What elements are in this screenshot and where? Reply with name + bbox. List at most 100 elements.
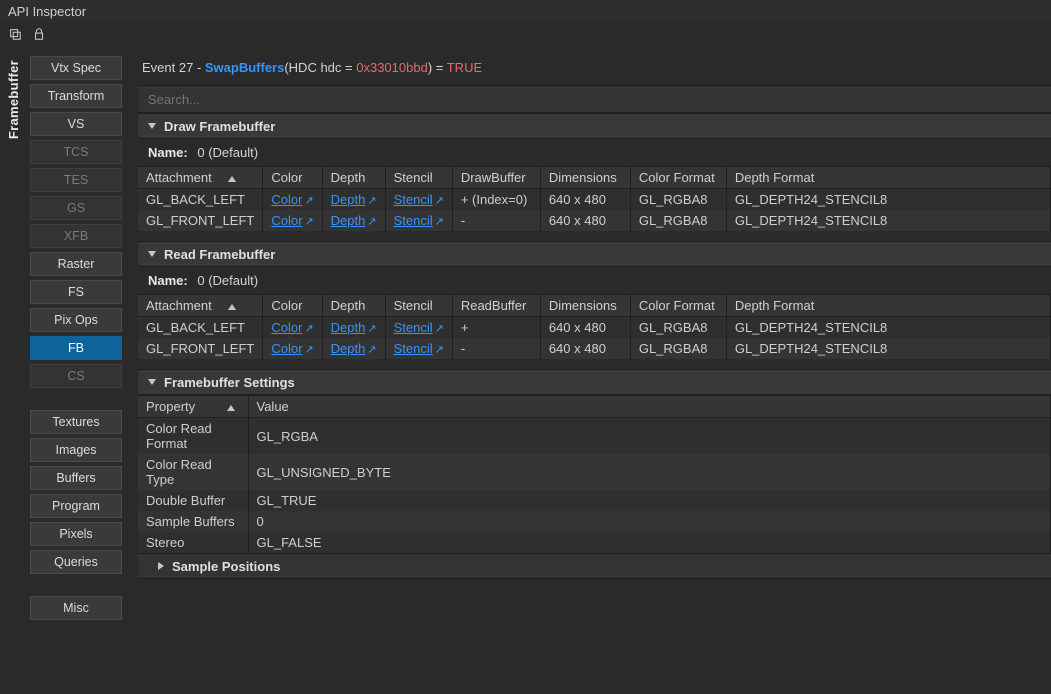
sidebar-item-raster[interactable]: Raster bbox=[30, 252, 122, 276]
sidebar-item-program[interactable]: Program bbox=[30, 494, 122, 518]
depth-link[interactable]: Depth bbox=[331, 192, 366, 207]
external-link-icon[interactable]: ↗ bbox=[304, 195, 313, 207]
cell-depth[interactable]: Depth↗ bbox=[322, 317, 385, 339]
column-header[interactable]: Depth Format bbox=[726, 295, 1050, 317]
color-link[interactable]: Color bbox=[271, 341, 302, 356]
cell-depth-format: GL_DEPTH24_STENCIL8 bbox=[726, 189, 1050, 211]
cell-color[interactable]: Color↗ bbox=[263, 189, 322, 211]
external-link-icon[interactable]: ↗ bbox=[304, 216, 313, 228]
color-link[interactable]: Color bbox=[271, 320, 302, 335]
cell-color[interactable]: Color↗ bbox=[263, 338, 322, 359]
cell-stencil[interactable]: Stencil↗ bbox=[385, 189, 452, 211]
external-link-icon[interactable]: ↗ bbox=[435, 216, 444, 228]
sidebar-item-tcs: TCS bbox=[30, 140, 122, 164]
draw-fb-name: Name: 0 (Default) bbox=[138, 139, 1051, 166]
stencil-link[interactable]: Stencil bbox=[394, 341, 433, 356]
sidebar-item-images[interactable]: Images bbox=[30, 438, 122, 462]
copy-icon[interactable] bbox=[8, 27, 22, 41]
column-header[interactable]: ReadBuffer bbox=[452, 295, 540, 317]
section-fb-settings[interactable]: Framebuffer Settings bbox=[138, 369, 1051, 395]
sidebar-item-fs[interactable]: FS bbox=[30, 280, 122, 304]
column-header[interactable]: Property bbox=[138, 396, 248, 418]
search-bar[interactable] bbox=[138, 85, 1051, 113]
external-link-icon[interactable]: ↗ bbox=[435, 344, 444, 356]
column-header[interactable]: Attachment bbox=[138, 167, 263, 189]
table-row: StereoGL_FALSE bbox=[138, 532, 1051, 553]
stencil-link[interactable]: Stencil bbox=[394, 320, 433, 335]
depth-link[interactable]: Depth bbox=[331, 213, 366, 228]
column-header[interactable]: Depth bbox=[322, 167, 385, 189]
depth-link[interactable]: Depth bbox=[331, 320, 366, 335]
sidebar-item-queries[interactable]: Queries bbox=[30, 550, 122, 574]
table-row[interactable]: GL_BACK_LEFTColor↗Depth↗Stencil↗+ (Index… bbox=[138, 189, 1051, 211]
read-fb-table: AttachmentColorDepthStencilReadBufferDim… bbox=[138, 294, 1051, 359]
cell-stencil[interactable]: Stencil↗ bbox=[385, 210, 452, 231]
vertical-tabstrip: Framebuffer bbox=[0, 46, 26, 694]
label: Name: bbox=[148, 145, 188, 160]
window-title: API Inspector bbox=[8, 4, 86, 19]
section-title: Framebuffer Settings bbox=[164, 375, 295, 390]
column-header[interactable]: Dimensions bbox=[540, 167, 630, 189]
depth-link[interactable]: Depth bbox=[331, 341, 366, 356]
vertical-tab-framebuffer[interactable]: Framebuffer bbox=[6, 60, 21, 139]
cell-dimensions: 640 x 480 bbox=[540, 338, 630, 359]
color-link[interactable]: Color bbox=[271, 213, 302, 228]
external-link-icon[interactable]: ↗ bbox=[367, 216, 376, 228]
column-header[interactable]: Value bbox=[248, 396, 1051, 418]
column-header[interactable]: DrawBuffer bbox=[452, 167, 540, 189]
sidebar-item-misc[interactable]: Misc bbox=[30, 596, 122, 620]
color-link[interactable]: Color bbox=[271, 192, 302, 207]
lock-icon[interactable] bbox=[32, 27, 46, 41]
external-link-icon[interactable]: ↗ bbox=[304, 344, 313, 356]
table-row[interactable]: GL_FRONT_LEFTColor↗Depth↗Stencil↗-640 x … bbox=[138, 338, 1051, 359]
sidebar-item-textures[interactable]: Textures bbox=[30, 410, 122, 434]
external-link-icon[interactable]: ↗ bbox=[367, 323, 376, 335]
column-header[interactable]: Depth bbox=[322, 295, 385, 317]
external-link-icon[interactable]: ↗ bbox=[304, 323, 313, 335]
column-header[interactable]: Color bbox=[263, 295, 322, 317]
event-function[interactable]: SwapBuffers bbox=[205, 60, 284, 75]
external-link-icon[interactable]: ↗ bbox=[367, 344, 376, 356]
column-header[interactable]: Depth Format bbox=[726, 167, 1050, 189]
cell-color-format: GL_RGBA8 bbox=[630, 317, 726, 339]
section-sample-positions[interactable]: Sample Positions bbox=[138, 553, 1051, 579]
column-header[interactable]: Stencil bbox=[385, 167, 452, 189]
cell-dimensions: 640 x 480 bbox=[540, 189, 630, 211]
sidebar-item-buffers[interactable]: Buffers bbox=[30, 466, 122, 490]
sidebar-item-fb[interactable]: FB bbox=[30, 336, 122, 360]
cell-color[interactable]: Color↗ bbox=[263, 317, 322, 339]
cell-depth-format: GL_DEPTH24_STENCIL8 bbox=[726, 317, 1050, 339]
sidebar-item-tes: TES bbox=[30, 168, 122, 192]
external-link-icon[interactable]: ↗ bbox=[367, 195, 376, 207]
column-header[interactable]: Color Format bbox=[630, 295, 726, 317]
column-header[interactable]: Color Format bbox=[630, 167, 726, 189]
cell-attachment: GL_FRONT_LEFT bbox=[138, 210, 263, 231]
search-input[interactable] bbox=[148, 92, 1041, 107]
table-row[interactable]: GL_FRONT_LEFTColor↗Depth↗Stencil↗-640 x … bbox=[138, 210, 1051, 231]
column-header[interactable]: Attachment bbox=[138, 295, 263, 317]
sidebar-item-vs[interactable]: VS bbox=[30, 112, 122, 136]
cell-stencil[interactable]: Stencil↗ bbox=[385, 338, 452, 359]
sidebar-item-gs: GS bbox=[30, 196, 122, 220]
column-header[interactable]: Dimensions bbox=[540, 295, 630, 317]
external-link-icon[interactable]: ↗ bbox=[435, 323, 444, 335]
sidebar-item-pix-ops[interactable]: Pix Ops bbox=[30, 308, 122, 332]
stencil-link[interactable]: Stencil bbox=[394, 192, 433, 207]
section-draw-framebuffer[interactable]: Draw Framebuffer bbox=[138, 113, 1051, 139]
cell-depth[interactable]: Depth↗ bbox=[322, 189, 385, 211]
sidebar-item-transform[interactable]: Transform bbox=[30, 84, 122, 108]
column-header[interactable]: Stencil bbox=[385, 295, 452, 317]
cell-depth[interactable]: Depth↗ bbox=[322, 338, 385, 359]
column-header[interactable]: Color bbox=[263, 167, 322, 189]
external-link-icon[interactable]: ↗ bbox=[435, 195, 444, 207]
property-name: Color Read Type bbox=[138, 454, 248, 490]
cell-stencil[interactable]: Stencil↗ bbox=[385, 317, 452, 339]
cell-depth[interactable]: Depth↗ bbox=[322, 210, 385, 231]
stencil-link[interactable]: Stencil bbox=[394, 213, 433, 228]
cell-color[interactable]: Color↗ bbox=[263, 210, 322, 231]
sidebar-item-vtx-spec[interactable]: Vtx Spec bbox=[30, 56, 122, 80]
section-read-framebuffer[interactable]: Read Framebuffer bbox=[138, 241, 1051, 267]
table-row[interactable]: GL_BACK_LEFTColor↗Depth↗Stencil↗+640 x 4… bbox=[138, 317, 1051, 339]
sidebar-item-pixels[interactable]: Pixels bbox=[30, 522, 122, 546]
property-name: Color Read Format bbox=[138, 418, 248, 455]
